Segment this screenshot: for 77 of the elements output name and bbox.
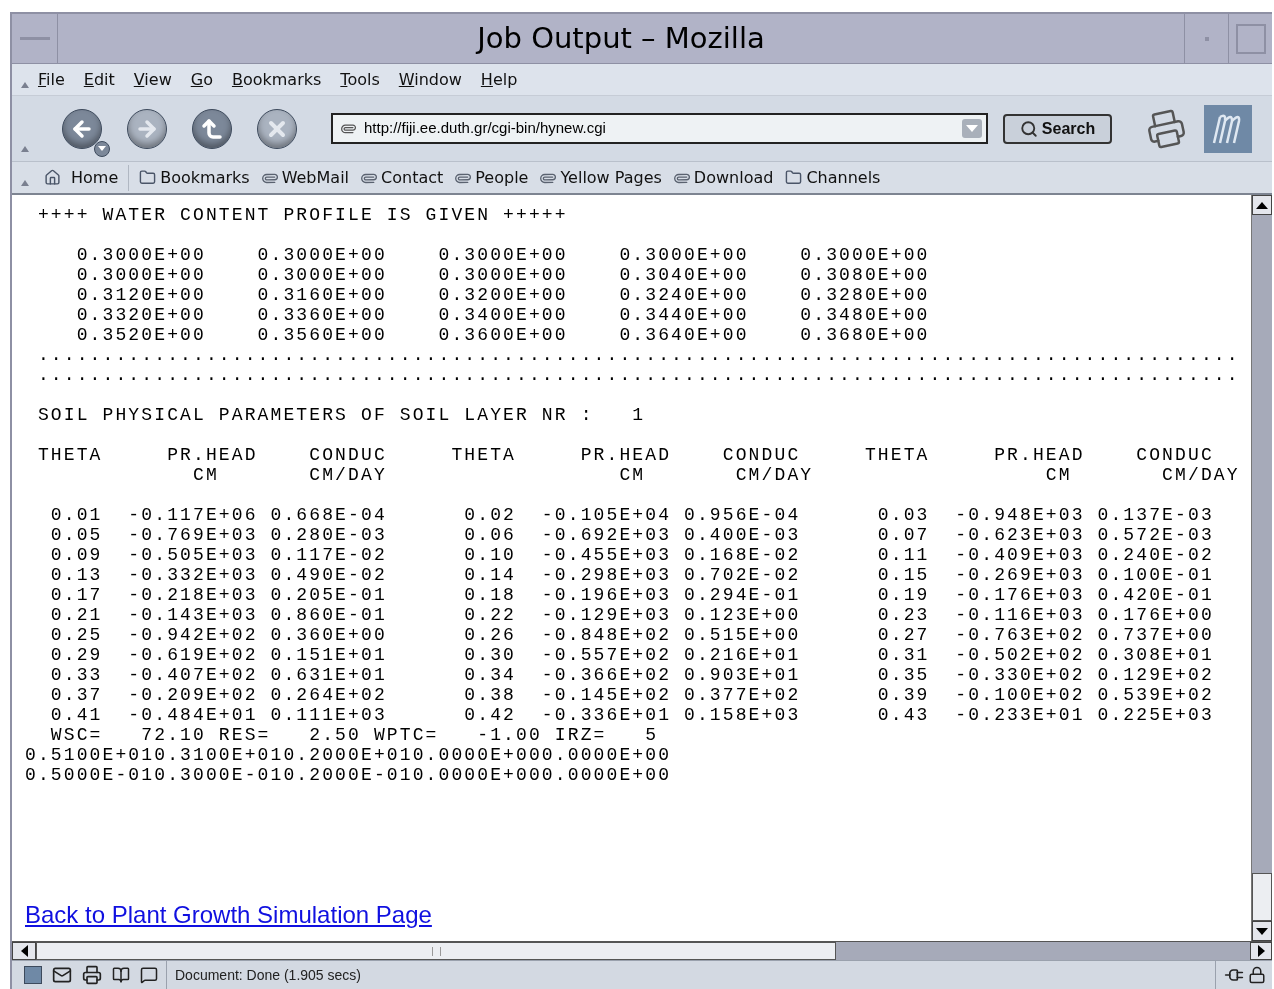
reload-button[interactable]	[192, 108, 232, 149]
back-button[interactable]	[62, 108, 102, 149]
bookmark-item[interactable]: Home	[44, 164, 130, 191]
output-line: ++++ WATER CONTENT PROFILE IS GIVEN +++++	[36, 205, 568, 225]
scroll-left-icon[interactable]	[12, 942, 36, 960]
output-line: 0.05 -0.769E+03 0.280E-03 0.06 -0.692E+03 0.400E-03 0.07 -0.623E+03 0.572E-03	[49, 525, 1214, 545]
reload-arrow-icon	[200, 116, 224, 141]
grip-icon	[431, 946, 441, 956]
minimize-icon	[19, 37, 50, 40]
scroll-thumb[interactable]	[1252, 873, 1272, 921]
grippy-icon[interactable]	[20, 81, 30, 89]
menu-item[interactable]: Help	[480, 67, 518, 92]
output-line: 0.3320E+00 0.3360E+00 0.3400E+00 0.3440E+00 0.3480E+00	[75, 305, 930, 325]
grippy-icon[interactable]	[20, 145, 30, 153]
output-line: CM CM/DAY CM CM/DAY CM CM/DAY	[191, 465, 1240, 485]
search-icon	[1019, 119, 1038, 138]
output-line: 0.25 -0.942E+02 0.360E+00 0.26 -0.848E+02 0.515E+00 0.27 -0.763E+02 0.737E+00	[49, 625, 1214, 645]
dropdown-icon[interactable]	[94, 140, 110, 157]
menu-item[interactable]: Tools	[340, 67, 380, 92]
address-text: http://fiji.ee.duth.gr/cgi-bin/hynew.cgi	[364, 118, 607, 139]
mail-icon[interactable]	[52, 965, 72, 985]
bookmark-item[interactable]: WebMail	[261, 165, 350, 190]
output-line: 0.13 -0.332E+03 0.490E-02 0.14 -0.298E+03 0.702E-02 0.15 -0.269E+03 0.100E-01	[49, 565, 1214, 585]
menu-item[interactable]: Window	[398, 67, 462, 92]
scroll-up-icon[interactable]	[1252, 195, 1272, 215]
output-line: .............................................................................................	[36, 345, 1240, 365]
scroll-down-icon[interactable]	[1252, 921, 1272, 941]
padlock-icon[interactable]	[1248, 966, 1266, 984]
output-line: 0.5000E-010.3000E-010.2000E-010.0000E+000.0000E+00	[25, 765, 672, 785]
output-line: 0.41 -0.484E+01 0.111E+03 0.42 -0.336E+01 0.158E+03 0.43 -0.233E+01 0.225E+03	[49, 705, 1214, 725]
bookmark-item[interactable]: Bookmarks	[139, 165, 250, 190]
output-line: 0.01 -0.117E+06 0.668E-04 0.02 -0.105E+04 0.956E-04 0.03 -0.948E+03 0.137E-03	[49, 505, 1214, 525]
output-line: WSC= 72.10 RES= 2.50 WPTC= -1.00 IRZ= 5	[49, 725, 659, 745]
chat-icon[interactable]	[140, 966, 158, 984]
back-link[interactable]: Back to Plant Growth Simulation Page	[25, 897, 432, 933]
bookmark-item[interactable]: Channels	[785, 165, 881, 190]
folder-icon	[139, 169, 157, 186]
square-icon	[1235, 23, 1266, 54]
horizontal-scrollbar[interactable]	[12, 941, 1272, 960]
house-icon	[44, 169, 61, 186]
output-line: 0.3000E+00 0.3000E+00 0.3000E+00 0.3040E+00 0.3080E+00	[75, 265, 930, 285]
output-line: 0.3000E+00 0.3000E+00 0.3000E+00 0.3000E+00 0.3000E+00	[75, 245, 930, 265]
output-line: 0.5100E+010.3100E+010.2000E+010.0000E+000.0000E+00	[25, 745, 672, 765]
forward-button[interactable]	[127, 108, 167, 149]
output-line: 0.37 -0.209E+02 0.264E+02 0.38 -0.145E+02 0.377E+02 0.39 -0.100E+02 0.539E+02	[49, 685, 1214, 705]
address-field[interactable]: http://fiji.ee.duth.gr/cgi-bin/hynew.cgi	[331, 113, 988, 144]
grippy-icon[interactable]	[20, 179, 30, 187]
output-line: 0.21 -0.143E+03 0.860E-01 0.22 -0.129E+03 0.123E+00 0.23 -0.116E+03 0.176E+00	[49, 605, 1214, 625]
logo-icon[interactable]	[1204, 104, 1252, 153]
output-line: THETA PR.HEAD CONDUC THETA PR.HEAD CONDUC THETA PR.HEAD CONDUC	[36, 445, 1214, 465]
scroll-right-icon[interactable]	[1250, 942, 1272, 960]
bookmark-item[interactable]: Download	[673, 165, 774, 190]
output-line: 0.17 -0.218E+03 0.205E-01 0.18 -0.196E+03 0.294E-01 0.19 -0.176E+03 0.420E-01	[49, 585, 1214, 605]
window-title: Job Output – Mozilla	[477, 19, 765, 57]
output-line: 0.3520E+00 0.3560E+00 0.3600E+00 0.3640E+00 0.3680E+00	[75, 325, 930, 345]
menu-item[interactable]: File	[38, 67, 65, 92]
stop-button[interactable]	[257, 108, 297, 149]
output-line: 0.09 -0.505E+03 0.117E-02 0.10 -0.455E+03 0.168E-02 0.11 -0.409E+03 0.240E-02	[49, 545, 1214, 565]
vertical-scrollbar[interactable]	[1251, 195, 1272, 941]
output-line: 0.3120E+00 0.3160E+00 0.3200E+00 0.3240E+00 0.3280E+00	[75, 285, 930, 305]
bookmark-item[interactable]: People	[455, 165, 529, 190]
output-line: .............................................................................................	[36, 365, 1240, 385]
bookmark-item[interactable]: Contact	[361, 165, 444, 190]
bookmark-item[interactable]: Yellow Pages	[540, 165, 662, 190]
menu-item[interactable]: Edit	[83, 67, 115, 92]
address-book-icon[interactable]	[112, 966, 130, 984]
menu-item[interactable]: Bookmarks	[231, 67, 322, 92]
output-line: 0.29 -0.619E+02 0.151E+01 0.30 -0.557E+02 0.216E+01 0.31 -0.502E+02 0.308E+01	[49, 645, 1214, 665]
scroll-thumb[interactable]	[36, 942, 836, 960]
folder-icon	[785, 169, 803, 186]
browser-icon[interactable]	[24, 966, 42, 984]
search-button[interactable]: Search	[1003, 113, 1112, 144]
output-line: 0.33 -0.407E+02 0.631E+01 0.34 -0.366E+02 0.903E+01 0.35 -0.330E+02 0.129E+02	[49, 665, 1214, 685]
menu-item[interactable]: View	[133, 67, 172, 92]
menu-item[interactable]: Go	[190, 67, 213, 92]
output-line: SOIL PHYSICAL PARAMETERS OF SOIL LAYER NR : 1	[36, 405, 646, 425]
status-text: Document: Done (1.905 secs)	[175, 965, 362, 985]
